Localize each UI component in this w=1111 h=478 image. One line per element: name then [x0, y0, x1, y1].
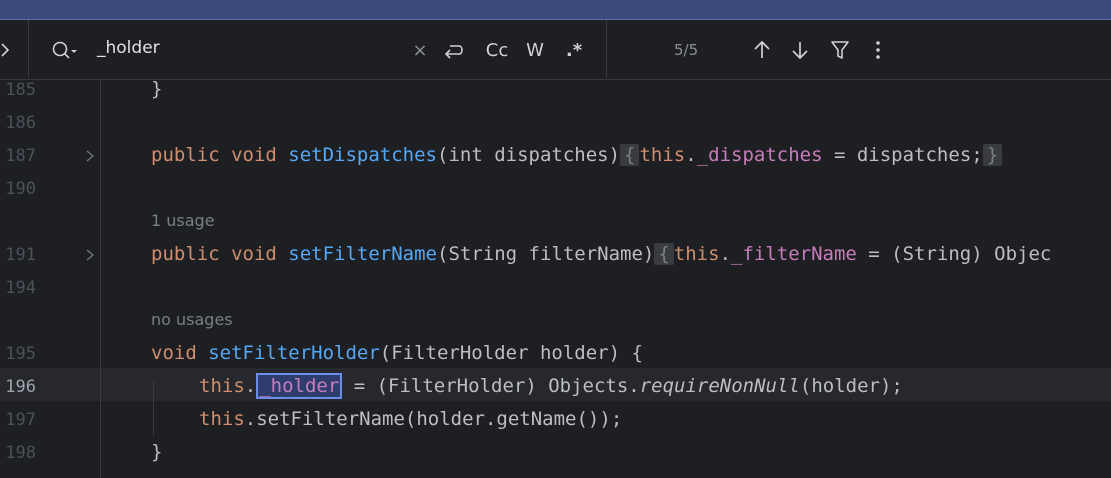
clear-search-button[interactable]: × [410, 34, 430, 66]
next-occurrence-button[interactable] [788, 34, 812, 66]
code-line-185: } [151, 78, 162, 100]
folded-brace[interactable]: } [982, 144, 1003, 166]
gutter-separator [100, 80, 101, 478]
code-line-191: public void setFilterName(String filterN… [151, 243, 1051, 265]
line-number: 190 [5, 179, 36, 199]
whole-words-button[interactable]: W [522, 34, 548, 66]
fold-chevron-icon[interactable] [84, 148, 96, 162]
window-title-bar [0, 0, 1111, 20]
find-bar-divider-2 [606, 20, 607, 78]
match-count: 5/5 [674, 41, 699, 59]
expand-replace-icon[interactable] [0, 40, 12, 60]
indent-guide [153, 380, 154, 436]
match-case-label: Cc [485, 39, 509, 61]
line-number: 195 [5, 344, 36, 364]
regex-label: .* [565, 39, 583, 61]
code-token: setFilterName [288, 243, 437, 265]
code-token: = dispatches; [822, 144, 983, 166]
search-history-icon[interactable] [50, 38, 80, 62]
regex-button[interactable]: .* [560, 34, 588, 66]
code-token: this [639, 144, 686, 166]
code-token: this [673, 243, 720, 265]
arrow-down-icon [792, 42, 808, 60]
code-line-198: } [151, 441, 162, 463]
code-line-196: this. _holder = (FilterHolder) Objects.re… [199, 373, 903, 399]
filter-search-results-button[interactable] [828, 34, 852, 66]
line-number-current: 196 [5, 377, 36, 397]
code-token: (FilterHolder holder) { [379, 342, 643, 364]
code-token: .setFilterName(holder.getName()); [244, 408, 623, 430]
code-token: public void [151, 243, 289, 265]
code-token: _dispatches [696, 144, 823, 166]
code-line-187: public void setDispatches(int dispatches… [151, 144, 1003, 166]
fold-chevron-icon[interactable] [84, 247, 96, 261]
arrow-up-icon [754, 40, 770, 58]
code-token: public void [151, 144, 289, 166]
match-case-button[interactable]: Cc [482, 34, 512, 66]
code-token: } [151, 441, 163, 463]
line-number: 185 [5, 80, 36, 100]
code-token: } [151, 78, 163, 100]
code-editor[interactable]: 185 186 187 190 191 194 195 196 197 198 … [0, 78, 1111, 478]
search-match-highlight[interactable]: _holder [256, 373, 343, 399]
whole-words-label: W [526, 39, 544, 61]
code-token: this [199, 408, 245, 430]
filter-icon [831, 41, 849, 59]
find-bar-divider [28, 20, 29, 78]
folded-brace[interactable]: { [620, 144, 640, 166]
code-token: . [685, 144, 697, 166]
code-token: (holder); [799, 375, 903, 397]
more-vertical-icon [876, 41, 880, 59]
usage-hint[interactable]: 1 usage [151, 211, 215, 230]
code-token: = (String) Objec [856, 243, 1052, 265]
code-token: setDispatches [288, 144, 437, 166]
code-token: . [719, 243, 732, 265]
code-token: (String filterName) [437, 243, 655, 265]
search-input[interactable]: _holder [97, 38, 160, 58]
code-token: . [244, 375, 257, 397]
code-line-197: this.setFilterName(holder.getName()); [199, 408, 622, 430]
code-token: setFilterHolder [208, 342, 380, 364]
line-number: 197 [5, 410, 36, 430]
code-token: this [199, 375, 245, 397]
line-number: 194 [5, 278, 36, 298]
code-token: (int dispatches) [437, 144, 621, 166]
folded-brace[interactable]: { [654, 243, 674, 265]
line-number: 191 [5, 245, 36, 265]
code-token: void [151, 342, 209, 364]
new-line-button[interactable] [440, 34, 468, 66]
code-line-195: void setFilterHolder(FilterHolder holder… [151, 342, 643, 364]
usage-hint[interactable]: no usages [151, 310, 233, 329]
line-number: 186 [5, 113, 36, 133]
line-number: 187 [5, 146, 36, 166]
find-bar: _holder × Cc W .* 5/5 [0, 20, 1111, 80]
new-line-icon [444, 45, 463, 59]
code-token: _filterName [731, 243, 857, 265]
line-number: 198 [5, 443, 36, 463]
clear-label: × [412, 39, 428, 61]
more-options-button[interactable] [868, 34, 888, 66]
code-token: = (FilterHolder) Objects. [342, 375, 640, 397]
code-token: requireNonNull [639, 375, 800, 397]
previous-occurrence-button[interactable] [750, 34, 774, 66]
